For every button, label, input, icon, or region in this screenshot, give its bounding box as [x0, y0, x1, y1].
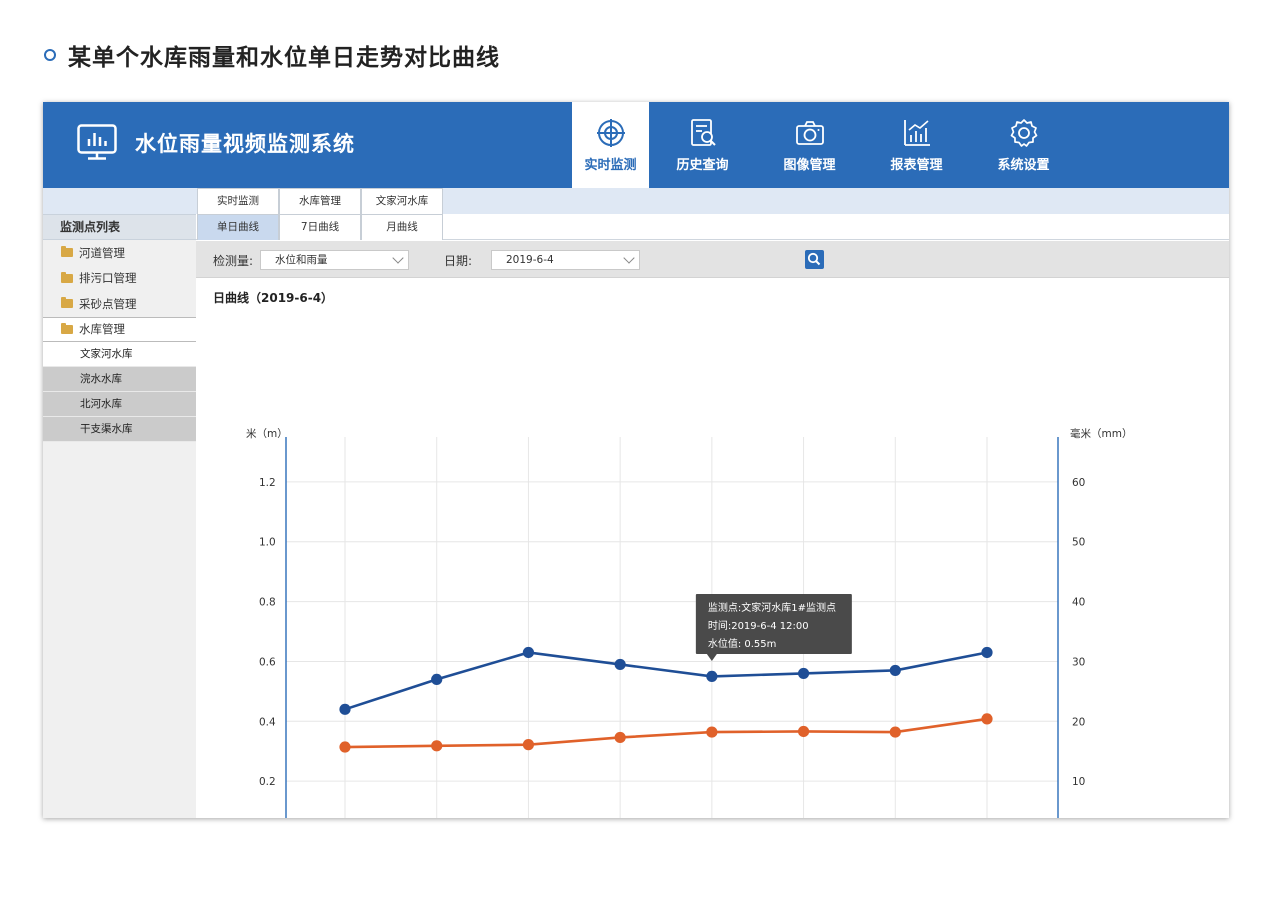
app-title: 水位雨量视频监测系统: [135, 132, 355, 156]
sidebar: 监测点列表 河道管理 排污口管理 采砂点管理 水库管理 文家河水库 浣水水库 北…: [43, 188, 196, 818]
data-point-rainfall: [522, 739, 535, 751]
tooltip-line: 监测点:文家河水库1#监测点: [708, 601, 836, 614]
nav-label: 实时监测: [584, 157, 637, 173]
daily-curve-chart: 米（m） 毫米（mm） 0.2 0.4 0.6 0.8 1.0 1.2 10 20 30 40 50 60…: [246, 427, 1132, 818]
nav-realtime-monitoring[interactable]: 实时监测: [572, 102, 649, 188]
nav-system-settings[interactable]: 系统设置: [970, 102, 1077, 188]
sidebar-folder-river[interactable]: 河道管理: [43, 240, 196, 266]
breadcrumb-tab[interactable]: 文家河水库: [361, 188, 443, 214]
nav-label: 报表管理: [890, 157, 943, 173]
camera-icon: [795, 120, 824, 145]
measure-select[interactable]: 水位和雨量: [260, 250, 409, 270]
y-tick-label-left: 0.8: [259, 597, 276, 609]
nav-label: 历史查询: [676, 157, 729, 173]
search-button[interactable]: [805, 250, 824, 269]
y-axis-label-right: 毫米（mm）: [1070, 427, 1132, 440]
search-icon: [807, 252, 821, 266]
y-tick-label-right: 50: [1072, 537, 1085, 549]
sidebar-item-reservoir[interactable]: 北河水库: [43, 392, 196, 417]
nav-label: 系统设置: [997, 157, 1050, 173]
data-point-water-level: [339, 703, 351, 715]
data-point-water-level: [981, 646, 993, 659]
data-point-rainfall: [614, 731, 626, 744]
measure-label: 检测量:: [213, 254, 254, 268]
y-tick-label-right: 60: [1072, 477, 1085, 489]
data-point-water-level: [431, 673, 443, 685]
data-point-rainfall: [981, 713, 993, 725]
gear-icon: [1010, 118, 1037, 147]
y-tick-label-left: 1.2: [259, 477, 276, 489]
folder-icon: [61, 246, 73, 258]
data-point-water-level: [522, 646, 535, 659]
data-point-water-level: [797, 667, 810, 680]
data-point-water-level: [889, 664, 901, 677]
nav-report-management[interactable]: 报表管理: [863, 102, 970, 188]
data-point-rainfall: [339, 741, 351, 753]
breadcrumb-tabs: 实时监测 水库管理 文家河水库: [196, 188, 1229, 214]
date-label: 日期:: [444, 254, 473, 268]
sidebar-title: 监测点列表: [43, 214, 196, 240]
tab-7day-curve[interactable]: 7日曲线: [279, 214, 361, 240]
chart-title: 日曲线（2019-6-4）: [213, 291, 334, 305]
tab-daily-curve[interactable]: 单日曲线: [197, 214, 279, 240]
y-axis-label-left: 米（m）: [246, 427, 288, 440]
folder-label: 采砂点管理: [79, 296, 137, 311]
data-point-rainfall: [431, 740, 443, 752]
chevron-down-icon: [392, 252, 404, 264]
nav-history-query[interactable]: 历史查询: [649, 102, 756, 188]
heading-bullet-icon: [44, 49, 56, 61]
y-tick-label-left: 0.6: [259, 656, 276, 668]
page-heading-text: 某单个水库雨量和水位单日走势对比曲线: [68, 45, 500, 71]
data-point-rainfall: [797, 725, 810, 738]
sidebar-folder-sand-mining[interactable]: 采砂点管理: [43, 291, 196, 317]
main-nav: 实时监测 历史查询 图像管理 报表管理 系统设置: [572, 102, 1077, 188]
y-tick-label-left: 0.2: [259, 776, 276, 788]
folder-open-icon: [61, 322, 73, 334]
nav-label: 图像管理: [783, 157, 836, 173]
app-window: 水位雨量视频监测系统 实时监测 历史查询 图像管理 报表管理 系统设置 监测点列…: [43, 102, 1229, 818]
curve-tabs: 单日曲线 7日曲线 月曲线: [196, 214, 1229, 240]
folder-label: 排污口管理: [79, 271, 137, 286]
crosshair-icon: [596, 118, 625, 147]
chevron-down-icon: [623, 252, 635, 264]
tooltip-pointer: [706, 654, 717, 661]
tooltip-line: 水位值: 0.55m: [708, 637, 777, 650]
sidebar-folder-outfall[interactable]: 排污口管理: [43, 266, 196, 292]
y-tick-label-right: 10: [1072, 776, 1085, 788]
folder-icon: [61, 271, 73, 283]
filter-bar: 检测量: 水位和雨量 日期: 2019-6-4: [196, 241, 1229, 278]
y-tick-label-right: 20: [1072, 716, 1085, 728]
data-point-water-level: [706, 670, 718, 683]
chart-area: 米（m） 毫米（mm） 0.2 0.4 0.6 0.8 1.0 1.2 10 20 30 40 50 60…: [196, 279, 1229, 818]
page-heading: 某单个水库雨量和水位单日走势对比曲线: [44, 38, 500, 72]
data-point-water-level: [614, 658, 626, 671]
top-bar: 水位雨量视频监测系统 实时监测 历史查询 图像管理 报表管理 系统设置: [43, 102, 1229, 188]
folder-label: 水库管理: [79, 322, 125, 337]
breadcrumb-tab[interactable]: 水库管理: [279, 188, 361, 214]
folder-label: 河道管理: [79, 245, 125, 260]
y-tick-label-right: 30: [1072, 656, 1085, 668]
sidebar-header-strip: [43, 188, 196, 214]
nav-image-management[interactable]: 图像管理: [756, 102, 863, 188]
data-point-rainfall: [889, 726, 901, 738]
report-chart-icon: [903, 119, 930, 146]
tab-monthly-curve[interactable]: 月曲线: [361, 214, 443, 240]
history-search-icon: [690, 118, 716, 146]
sidebar-folder-reservoir[interactable]: 水库管理: [43, 316, 196, 342]
dashboard-logo-icon: [77, 124, 117, 160]
sidebar-item-reservoir[interactable]: 文家河水库: [43, 342, 196, 367]
measure-select-value: 水位和雨量: [275, 254, 328, 266]
date-picker-value: 2019-6-4: [506, 254, 554, 266]
y-tick-label-left: 1.0: [259, 537, 276, 549]
y-tick-label-left: 0.4: [259, 716, 276, 728]
folder-icon: [61, 297, 73, 309]
tooltip-line: 时间:2019-6-4 12:00: [708, 619, 809, 632]
breadcrumb-tab[interactable]: 实时监测: [197, 188, 279, 214]
sidebar-item-reservoir[interactable]: 干支渠水库: [43, 417, 196, 442]
y-tick-label-right: 40: [1072, 597, 1085, 609]
data-point-rainfall: [706, 726, 718, 738]
sidebar-item-reservoir[interactable]: 浣水水库: [43, 367, 196, 392]
date-picker[interactable]: 2019-6-4: [491, 250, 640, 270]
